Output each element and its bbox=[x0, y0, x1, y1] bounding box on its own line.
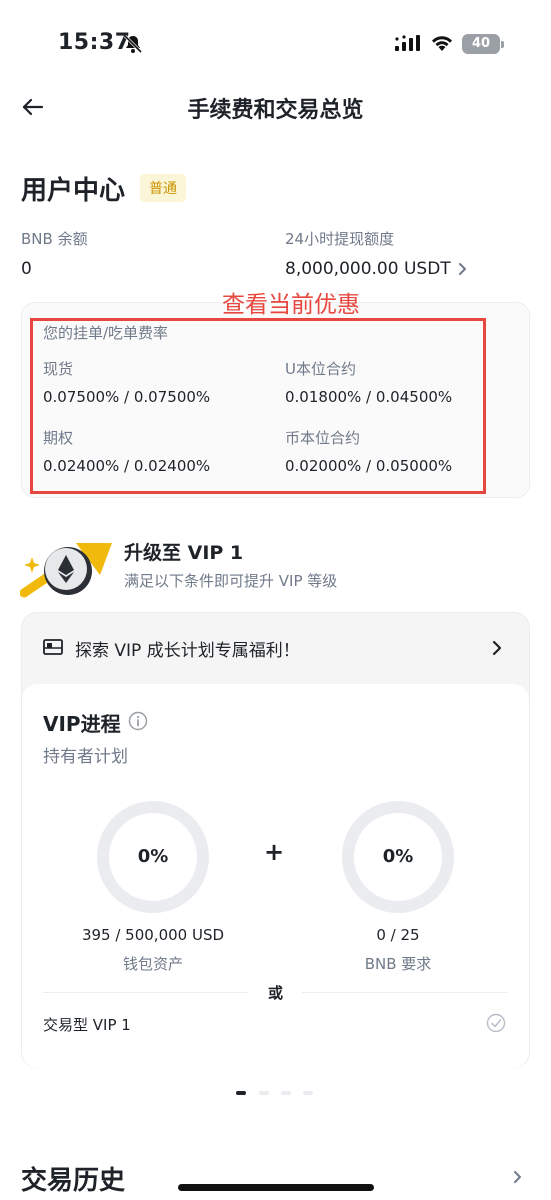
bnb-balance-label: BNB 余额 bbox=[21, 230, 88, 248]
pager-dot[interactable] bbox=[303, 1091, 313, 1095]
wallet-progress-label: 钱包资产 bbox=[122, 955, 183, 973]
upgrade-subtitle: 满足以下条件即可提升 VIP 等级 bbox=[124, 572, 338, 590]
upgrade-title: 升级至 VIP 1 bbox=[124, 542, 244, 564]
signal-icon bbox=[395, 35, 420, 51]
gift-icon bbox=[43, 639, 63, 655]
user-center-title: 用户中心 bbox=[21, 176, 126, 206]
explore-vip-benefits-row[interactable]: 探索 VIP 成长计划专属福利！ bbox=[21, 612, 530, 684]
withdraw-limit-value[interactable]: 8,000,000.00 USDT bbox=[285, 259, 451, 279]
plus-sign: + bbox=[264, 838, 285, 866]
home-indicator bbox=[178, 1184, 374, 1191]
annotation-text: 查看当前优惠 bbox=[222, 292, 360, 318]
fee-card-title: 您的挂单/吃单费率 bbox=[43, 324, 169, 342]
bnb-progress-label: BNB 要求 bbox=[364, 955, 432, 973]
pager-dot[interactable] bbox=[281, 1091, 291, 1095]
coinm-futures-fee-value: 0.02000% / 0.05000% bbox=[285, 457, 453, 475]
withdraw-limit-label: 24小时提现额度 bbox=[285, 230, 395, 248]
header: 手续费和交易总览 bbox=[0, 80, 551, 132]
usdm-futures-fee-value: 0.01800% / 0.04500% bbox=[285, 388, 453, 406]
coinm-futures-fee-label: 币本位合约 bbox=[285, 429, 361, 447]
level-badge: 普通 bbox=[140, 174, 186, 202]
pager-dot-active[interactable] bbox=[236, 1091, 246, 1095]
status-bar: 15:37 40 bbox=[0, 0, 551, 90]
battery-cap bbox=[501, 41, 504, 48]
bell-off-icon bbox=[123, 34, 143, 54]
check-circle-icon bbox=[486, 1013, 506, 1033]
status-time: 15:37 bbox=[58, 30, 131, 55]
info-icon[interactable] bbox=[128, 711, 148, 731]
spot-fee-label: 现货 bbox=[43, 360, 74, 378]
spot-fee-value: 0.07500% / 0.07500% bbox=[43, 388, 211, 406]
vip-upgrade-illustration bbox=[20, 543, 112, 598]
bnb-progress-amount: 0 / 25 bbox=[376, 926, 420, 944]
options-fee-label: 期权 bbox=[43, 429, 74, 447]
explore-vip-label: 探索 VIP 成长计划专属福利！ bbox=[75, 641, 300, 661]
wallet-progress-percent: 0% bbox=[137, 846, 169, 867]
bnb-progress-percent: 0% bbox=[382, 846, 414, 867]
or-label: 或 bbox=[267, 984, 283, 1002]
battery-level: 40 bbox=[462, 34, 500, 54]
wallet-progress-amount: 395 / 500,000 USD bbox=[81, 926, 225, 944]
vip-progress-title: VIP进程 bbox=[43, 712, 121, 736]
options-fee-value: 0.02400% / 0.02400% bbox=[43, 457, 211, 475]
holder-plan-label: 持有者计划 bbox=[43, 747, 128, 767]
page-title: 手续费和交易总览 bbox=[187, 98, 364, 123]
bnb-balance-value: 0 bbox=[21, 259, 32, 279]
chevron-right-icon[interactable] bbox=[458, 262, 468, 276]
chevron-right-icon[interactable] bbox=[513, 1170, 523, 1184]
trade-vip-label: 交易型 VIP 1 bbox=[43, 1016, 131, 1034]
wifi-icon bbox=[432, 36, 452, 51]
chevron-right-icon bbox=[492, 640, 502, 656]
pager-dot[interactable] bbox=[259, 1091, 269, 1095]
battery-icon: 40 bbox=[462, 34, 504, 54]
trade-history-title[interactable]: 交易历史 bbox=[21, 1160, 125, 1197]
usdm-futures-fee-label: U本位合约 bbox=[285, 360, 356, 378]
